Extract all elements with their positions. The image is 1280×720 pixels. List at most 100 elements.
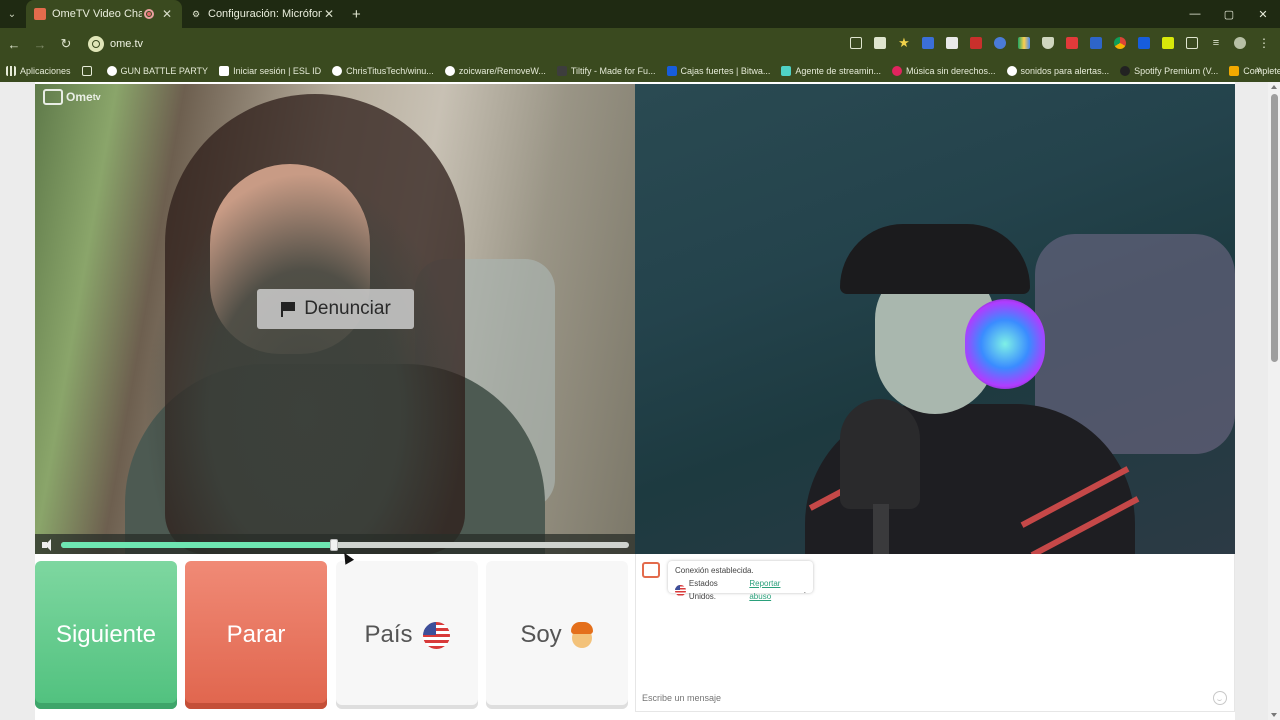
reload-button[interactable]: ↻ — [54, 32, 78, 56]
puzzle-icon[interactable] — [1182, 32, 1202, 54]
gender-label: Soy — [520, 621, 562, 648]
close-tab-icon[interactable]: ✕ — [322, 7, 336, 21]
streaming-icon — [781, 66, 792, 76]
music-icon — [891, 66, 902, 76]
tab-title: Configuración: Micrófono — [208, 8, 322, 20]
bookmark-item[interactable]: Cajas fuertes | Bitwa... — [666, 66, 770, 76]
bookmark-item[interactable]: GUN BATTLE PARTY — [106, 66, 209, 76]
emoji-icon[interactable] — [1213, 691, 1227, 705]
extension-blue-icon[interactable] — [918, 32, 938, 54]
bookmark-item[interactable]: zoicware/RemoveW... — [444, 66, 546, 76]
bookmark-item[interactable]: Tiltify - Made for Fu... — [556, 66, 656, 76]
bookmark-label: sonidos para alertas... — [1020, 66, 1110, 76]
logo-text: Ome — [66, 90, 93, 104]
back-button[interactable]: ← — [2, 32, 26, 56]
extension-grid-icon[interactable] — [942, 32, 962, 54]
close-window-button[interactable]: ✕ — [1246, 0, 1280, 28]
extension-circle-icon[interactable] — [990, 32, 1010, 54]
gender-button[interactable]: Soy — [486, 561, 628, 709]
globe-icon — [106, 66, 117, 76]
page: Ome tv Denunciar Siguiente Parar País So… — [0, 82, 1280, 720]
tab-title: OmeTV Video Chat — Ome — [52, 8, 142, 20]
menu-kebab-icon[interactable]: ⋮ — [1254, 32, 1274, 54]
scroll-down-arrow-icon[interactable] — [1271, 713, 1277, 717]
bookmark-item[interactable]: Música sin derechos... — [891, 66, 996, 76]
bookmark-item[interactable]: Iniciar sesión | ESL ID — [219, 66, 321, 76]
chat-panel: Conexión establecida. Estados Unidos. Re… — [635, 554, 1235, 712]
country-button[interactable]: País — [336, 561, 478, 709]
bookmark-label: Iniciar sesión | ESL ID — [233, 66, 322, 76]
bookmark-label: Aplicaciones — [20, 66, 71, 76]
grid-icon — [81, 66, 92, 76]
ometv-chat-icon — [642, 562, 660, 578]
extension-redbox-icon[interactable] — [1062, 32, 1082, 54]
volume-fill — [61, 542, 334, 548]
maximize-button[interactable]: ▢ — [1212, 0, 1246, 28]
next-button[interactable]: Siguiente — [35, 561, 177, 709]
scroll-thumb[interactable] — [1271, 94, 1278, 362]
translate-icon[interactable] — [870, 32, 890, 54]
close-tab-icon[interactable]: ✕ — [160, 7, 174, 21]
bookmarks-overflow-button[interactable]: » — [1256, 64, 1262, 76]
rgb-headset — [965, 299, 1045, 389]
site-info-icon[interactable] — [88, 36, 104, 52]
bookmark-item[interactable]: Spotify Premium (V... — [1120, 66, 1218, 76]
remote-video: Ome tv Denunciar — [35, 84, 635, 554]
tab-ometv[interactable]: OmeTV Video Chat — Ome ✕ — [26, 0, 182, 28]
media-control-icon[interactable]: ≡ — [1206, 32, 1226, 54]
us-flag-icon — [675, 584, 686, 596]
bookmark-item[interactable]: ChrisTitusTech/winu... — [332, 66, 434, 76]
address-bar[interactable]: ome.tv — [110, 38, 143, 50]
bookmark-label: Spotify Premium (V... — [1134, 66, 1219, 76]
bookmark-label: Música sin derechos... — [905, 66, 996, 76]
new-tab-button[interactable]: + — [352, 6, 361, 23]
window-controls: — ▢ ✕ — [1178, 0, 1280, 28]
forward-button[interactable]: → — [28, 32, 52, 56]
bookmark-label: Tiltify - Made for Fu... — [570, 66, 656, 76]
report-abuse-link[interactable]: Reportar abuso — [749, 577, 803, 603]
speaker-icon[interactable] — [41, 538, 55, 552]
tiltify-icon — [556, 66, 567, 76]
bookmark-apps[interactable]: Aplicaciones — [6, 66, 71, 76]
country-label: País — [364, 621, 413, 648]
tab-settings-microphone[interactable]: ⚙ Configuración: Micrófono ✕ — [182, 0, 344, 28]
period: . — [803, 585, 806, 595]
extension-red-icon[interactable] — [966, 32, 986, 54]
bitwarden-icon[interactable] — [1134, 32, 1154, 54]
stop-label: Parar — [226, 621, 286, 648]
scroll-up-arrow-icon[interactable] — [1271, 85, 1277, 89]
bookmark-star-icon[interactable]: ★ — [894, 32, 914, 54]
page-scrollbar[interactable] — [1268, 82, 1280, 720]
stop-button[interactable]: Parar — [185, 561, 327, 709]
ometv-app: Ome tv Denunciar Siguiente Parar País So… — [35, 82, 1235, 720]
volume-slider[interactable] — [61, 539, 629, 551]
shield-icon[interactable] — [1038, 32, 1058, 54]
cast-icon[interactable] — [846, 32, 866, 54]
drive-icon[interactable] — [1014, 32, 1034, 54]
message-input[interactable] — [642, 690, 1202, 706]
volume-handle[interactable] — [329, 539, 338, 551]
microphone — [840, 399, 920, 509]
esl-icon — [219, 66, 230, 76]
system-message: Conexión establecida. Estados Unidos. Re… — [668, 561, 813, 601]
bookmark-grid[interactable] — [81, 66, 96, 76]
bookmark-item[interactable]: sonidos para alertas... — [1006, 66, 1110, 76]
bookmark-item[interactable]: Agente de streamin... — [781, 66, 881, 76]
bookmark-label: GUN BATTLE PARTY — [120, 66, 209, 76]
flag-icon — [280, 301, 296, 317]
report-button[interactable]: Denunciar — [257, 289, 414, 329]
cs2-icon — [1229, 66, 1240, 76]
gear-icon: ⚙ — [191, 8, 201, 19]
chrome-icon[interactable] — [1110, 32, 1130, 54]
minimize-button[interactable]: — — [1178, 0, 1212, 28]
tab-search-button[interactable]: ⌄ — [0, 0, 24, 28]
microphone-stand — [873, 504, 889, 554]
boy-emoji-icon — [570, 622, 594, 648]
extension-yellow-icon[interactable] — [1158, 32, 1178, 54]
profile-avatar-icon[interactable] — [1230, 32, 1250, 54]
extension-bluebox-icon[interactable] — [1086, 32, 1106, 54]
bookmark-item[interactable]: Complete CS2 Cons... — [1229, 66, 1280, 76]
connection-status: Conexión establecida. — [675, 566, 754, 575]
tv-icon — [43, 89, 63, 105]
report-label: Denunciar — [304, 298, 391, 319]
